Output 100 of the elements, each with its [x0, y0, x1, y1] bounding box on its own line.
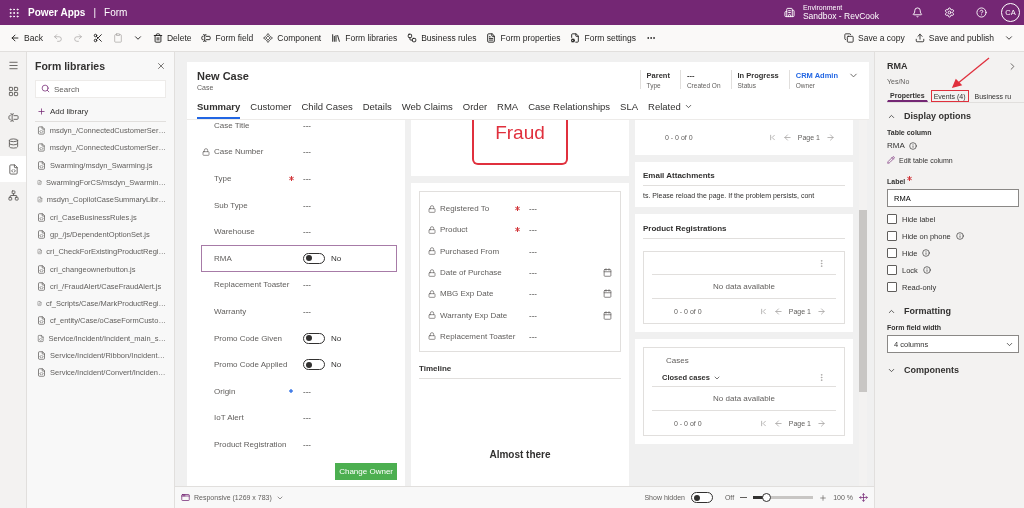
previous-page-icon[interactable]	[773, 418, 783, 428]
form-tab[interactable]: Related	[648, 101, 693, 119]
form-field-row[interactable]: Type ---	[201, 165, 397, 192]
form-field-row[interactable]: Registered To ---	[428, 198, 612, 220]
field-label: Warranty Exp Date	[440, 310, 509, 320]
checkbox[interactable]	[887, 282, 897, 292]
field-value: ---	[529, 225, 537, 235]
field-value: ---	[529, 310, 537, 320]
search-field[interactable]: Search	[35, 80, 166, 98]
form-tab[interactable]: Web Claims	[401, 101, 453, 119]
form-field-row[interactable]: Warranty Exp Date ---	[428, 304, 612, 326]
checkbox[interactable]	[887, 265, 897, 275]
form-field-row[interactable]: Date of Purchase ---	[428, 261, 612, 284]
field-value: ---	[303, 120, 311, 130]
form-field-row[interactable]: Sub Type ---	[201, 191, 397, 219]
info-icon[interactable]	[908, 141, 917, 150]
toggle-switch[interactable]	[303, 332, 325, 344]
first-page-icon[interactable]	[758, 418, 768, 428]
form-tab[interactable]: Order	[462, 101, 488, 119]
script-file-icon	[37, 229, 46, 239]
previous-page-icon[interactable]	[773, 306, 783, 316]
form-tab[interactable]: SLA	[620, 101, 639, 119]
rail-button[interactable]	[0, 156, 26, 182]
section-toggle[interactable]: Formatting	[887, 298, 1024, 322]
zoom-in-icon[interactable]	[819, 493, 828, 502]
field-label: RMA	[214, 253, 233, 263]
form-field-row[interactable]: Warehouse ---	[201, 218, 397, 245]
fit-icon[interactable]	[859, 493, 868, 502]
form-field-row[interactable]: Case Title ---	[201, 120, 397, 139]
scrollbar-thumb[interactable]	[859, 210, 867, 392]
next-page-icon[interactable]	[826, 133, 835, 142]
field-label: Warranty	[214, 306, 248, 316]
card-title: Product Registrations	[643, 214, 845, 239]
close-button[interactable]	[156, 61, 166, 71]
form-tab[interactable]: Case Relationships	[528, 101, 611, 119]
form-tab[interactable]: RMA	[497, 101, 519, 119]
more-options-icon[interactable]	[817, 258, 826, 268]
calendar-icon[interactable]	[603, 268, 612, 278]
back-button[interactable]: Back	[6, 30, 47, 46]
calendar-icon[interactable]	[603, 289, 612, 299]
form-tab[interactable]: Child Cases	[301, 101, 353, 119]
section-toggle[interactable]: Display options	[887, 103, 1024, 127]
form-field-row[interactable]: Product Registration ---	[201, 431, 397, 458]
info-icon[interactable]	[922, 266, 931, 274]
form-field-row[interactable]: Case Number ---	[201, 138, 397, 166]
form-field-row[interactable]: Purchased From ---	[428, 240, 612, 262]
field-value: ---	[303, 200, 311, 210]
form-tab[interactable]: Customer	[250, 101, 292, 119]
add-library-button[interactable]: Add library	[35, 102, 166, 122]
zoom-out-icon[interactable]	[740, 494, 748, 501]
form-field-row[interactable]: IoT Alert ---	[201, 404, 397, 432]
toggle-switch[interactable]	[303, 252, 325, 264]
section-toggle[interactable]: Components	[887, 357, 1024, 381]
form-properties-button[interactable]: Form properties	[482, 30, 565, 46]
form-field-row[interactable]: Promo Code Given No	[201, 324, 397, 352]
checkbox[interactable]	[887, 248, 897, 258]
form-field-row[interactable]: Product ---	[428, 219, 612, 241]
form-field-row[interactable]: Replacement Toaster ---	[201, 271, 397, 299]
next-page-icon[interactable]	[817, 418, 826, 428]
form-field-row[interactable]: MBG Exp Date ---	[428, 283, 612, 305]
checkbox[interactable]	[887, 231, 897, 241]
field-value: ---	[303, 439, 311, 449]
empty-message: No data available	[713, 393, 775, 405]
component-button[interactable]: Component	[259, 30, 326, 46]
calendar-icon[interactable]	[603, 310, 612, 320]
form-field-row[interactable]: RMA No	[201, 244, 397, 272]
previous-page-icon[interactable]	[782, 133, 792, 142]
script-file-icon	[37, 126, 46, 136]
building-icon	[783, 7, 795, 18]
business-rules-button[interactable]: Business rules	[403, 30, 481, 46]
field-label: Warehouse	[214, 227, 256, 237]
field-label: Case Number	[214, 147, 265, 157]
form-field-row[interactable]: Promo Code Applied No	[201, 351, 397, 378]
save-publish-button[interactable]: Save and publish	[910, 30, 998, 46]
form-field-button[interactable]: Form field	[197, 30, 258, 46]
info-icon[interactable]	[922, 249, 931, 257]
form-libraries-button[interactable]: Form libraries	[327, 30, 402, 46]
field-label: Promo Code Applied	[214, 360, 289, 370]
form-settings-button[interactable]: Form settings	[566, 30, 640, 46]
checkbox[interactable]	[887, 214, 897, 224]
chevron-down-icon	[132, 33, 143, 43]
app-launcher-icon[interactable]	[8, 6, 20, 19]
zoom-slider-thumb[interactable]	[762, 493, 772, 502]
form-tab[interactable]: Details	[362, 101, 392, 119]
save-copy-button[interactable]: Save a copy	[840, 30, 909, 46]
first-page-icon[interactable]	[758, 306, 768, 316]
form-field-row[interactable]: Origin ---	[201, 377, 397, 405]
form-field-row[interactable]: Replacement Toaster ---	[428, 325, 612, 348]
more-options-icon[interactable]	[817, 373, 826, 382]
form-field-row[interactable]: Warranty ---	[201, 298, 397, 325]
toggle-switch[interactable]	[303, 359, 325, 371]
delete-button[interactable]: Delete	[148, 30, 196, 46]
card-title: Email Attachments	[643, 162, 845, 186]
help-icon	[975, 7, 987, 18]
field-value: No	[331, 333, 342, 343]
info-icon[interactable]	[955, 232, 964, 240]
first-page-icon[interactable]	[767, 133, 777, 142]
toggle-switch[interactable]	[690, 492, 713, 503]
next-page-icon[interactable]	[817, 306, 826, 316]
environment-name: Sandbox - RevCook	[802, 11, 879, 21]
